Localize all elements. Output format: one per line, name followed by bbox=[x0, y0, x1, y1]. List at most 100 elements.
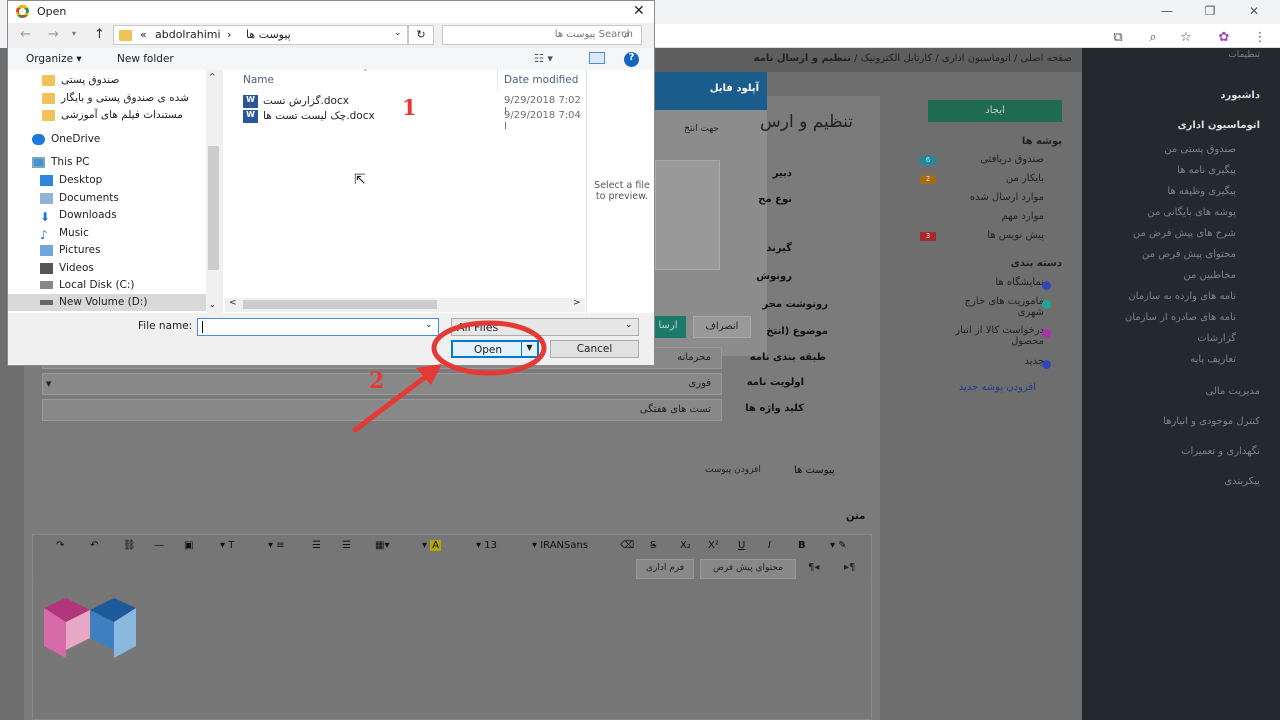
sidebar-item-default-desc[interactable]: شرح های پیش فرض من bbox=[1133, 228, 1236, 239]
text-color-icon[interactable]: ▾ T bbox=[220, 540, 234, 551]
nav-item-onedrive[interactable]: OneDrive bbox=[32, 131, 222, 148]
nav-item-documents[interactable]: Documents bbox=[40, 190, 230, 207]
nav-item-downloads[interactable]: ⬇ Downloads bbox=[40, 207, 230, 224]
recent-chevron-icon[interactable]: ▾ bbox=[72, 29, 76, 38]
address-segment[interactable]: abdolrahimi bbox=[155, 28, 221, 41]
nav-item-disk-d[interactable]: New Volume (D:) bbox=[8, 294, 206, 311]
eraser-icon[interactable]: ⌫ bbox=[620, 540, 634, 551]
minimize-icon[interactable]: — bbox=[1160, 4, 1174, 18]
font-size-select[interactable]: ▾ 13 bbox=[476, 540, 497, 551]
nav-item[interactable]: صندوق پستی bbox=[42, 72, 232, 89]
subscript-icon[interactable]: X₂ bbox=[680, 540, 691, 551]
sidebar-item-letters[interactable]: پیگیری نامه ها bbox=[1177, 165, 1236, 176]
drop-zone[interactable] bbox=[655, 160, 720, 270]
sidebar-item-reports[interactable]: گزارشات bbox=[1197, 333, 1236, 344]
create-button[interactable]: ایجاد bbox=[928, 100, 1062, 122]
sidebar-item-automation[interactable]: اتوماسیون اداری bbox=[1177, 120, 1260, 131]
chevron-down-icon[interactable]: ⌄ bbox=[425, 320, 433, 330]
nav-item-thispc[interactable]: This PC bbox=[32, 154, 222, 171]
strikethrough-icon[interactable]: S̶ bbox=[650, 540, 656, 551]
sidebar-item-mailbox[interactable]: صندوق پستی من bbox=[1164, 144, 1236, 155]
sidebar-item-incoming[interactable]: نامه های وارده به سازمان bbox=[1128, 291, 1236, 302]
chevron-down-icon[interactable]: ⌄ bbox=[394, 28, 402, 38]
default-content-button[interactable]: محتوای پیش فرض bbox=[700, 559, 796, 579]
rtl-icon[interactable]: ¶◂ bbox=[808, 562, 819, 573]
nav-item[interactable]: شده ی صندوق پستی و بایگار bbox=[42, 90, 232, 107]
sidebar-item-dashboard[interactable]: داشبورد bbox=[1220, 90, 1260, 101]
italic-icon[interactable]: I bbox=[768, 540, 771, 551]
sidebar-item-settings[interactable]: تنظیمات bbox=[1228, 50, 1260, 60]
column-name[interactable]: Name bbox=[243, 74, 274, 86]
align-icon[interactable]: ▾ ≡ bbox=[268, 540, 285, 551]
nav-item-videos[interactable]: Videos bbox=[40, 260, 230, 277]
upload-cancel-button[interactable]: انصراف bbox=[693, 316, 751, 338]
bookmark-star-icon[interactable]: ☆ bbox=[1178, 30, 1194, 46]
office-form-button[interactable]: فرم اداری bbox=[636, 559, 694, 579]
bullet-list-icon[interactable]: ☰ bbox=[342, 540, 351, 551]
folder-archive[interactable]: بایکار من bbox=[1006, 173, 1044, 184]
sidebar-item-base[interactable]: تعاریف پایه bbox=[1190, 354, 1236, 365]
folder-inbox[interactable]: صندوق دریافتی bbox=[980, 154, 1044, 165]
h-scrollbar-thumb[interactable] bbox=[243, 300, 437, 309]
breadcrumb-item[interactable]: اتوماسیون اداری bbox=[942, 53, 1011, 64]
close-window-icon[interactable]: ✕ bbox=[1247, 4, 1261, 18]
chevron-down-icon[interactable]: ⌄ bbox=[625, 320, 633, 330]
nav-item-desktop[interactable]: Desktop bbox=[40, 172, 230, 189]
menu-icon[interactable]: ⋮ bbox=[1252, 30, 1268, 46]
restore-icon[interactable]: ❐ bbox=[1203, 4, 1217, 18]
table-icon[interactable]: ▦▾ bbox=[375, 540, 389, 551]
category-item[interactable]: درخواست کالا از انبار محصول bbox=[944, 325, 1044, 347]
forward-icon[interactable]: → bbox=[48, 27, 59, 42]
new-folder-button[interactable]: New folder bbox=[117, 53, 174, 65]
superscript-icon[interactable]: X² bbox=[708, 540, 719, 551]
address-bar[interactable]: « abdolrahimi › پیوست ها ⌄ bbox=[113, 25, 408, 45]
sidebar-item-default-content[interactable]: محتوای پیش فرض من bbox=[1142, 249, 1236, 260]
file-name-input[interactable] bbox=[197, 318, 439, 336]
sidebar-item-tasks[interactable]: پیگیری وظیفه ها bbox=[1167, 186, 1236, 197]
sidebar-item-maintenance[interactable]: نگهداری و تعمیرات bbox=[1181, 446, 1260, 457]
nav-scrollbar-thumb[interactable] bbox=[208, 146, 219, 270]
category-item[interactable]: جدید bbox=[1025, 356, 1044, 367]
scroll-right-icon[interactable]: > bbox=[573, 298, 581, 308]
ltr-icon[interactable]: ▸¶ bbox=[844, 562, 855, 573]
extension-icon[interactable]: ✿ bbox=[1216, 30, 1232, 46]
nav-item-pictures[interactable]: Pictures bbox=[40, 242, 230, 259]
translate-icon[interactable]: ⧉ bbox=[1110, 30, 1126, 46]
undo-icon[interactable]: ↶ bbox=[90, 540, 98, 551]
up-icon[interactable]: ↑ bbox=[94, 27, 105, 42]
nav-item-music[interactable]: ♪ Music bbox=[40, 225, 230, 242]
ordered-list-icon[interactable]: ☰ bbox=[312, 540, 321, 551]
breadcrumb-item[interactable]: کارتابل الکترونیک bbox=[861, 53, 932, 64]
preview-pane-icon[interactable] bbox=[589, 52, 605, 64]
back-icon[interactable]: ← bbox=[20, 27, 31, 42]
close-icon[interactable]: ✕ bbox=[633, 3, 645, 19]
scroll-left-icon[interactable]: < bbox=[229, 298, 237, 308]
folder-drafts[interactable]: پیش نویس ها bbox=[987, 230, 1044, 241]
add-attachment-link[interactable]: افزودن پیوست bbox=[705, 465, 761, 475]
sidebar-item-config[interactable]: پیکربندی bbox=[1224, 476, 1260, 487]
image-icon[interactable]: ▣ bbox=[184, 540, 193, 551]
underline-icon[interactable]: U bbox=[738, 540, 745, 551]
sidebar-item-outgoing[interactable]: نامه های صادره از سازمان bbox=[1125, 312, 1236, 323]
nav-item-disk-c[interactable]: Local Disk (C:) bbox=[40, 277, 230, 294]
nav-item[interactable]: مستندات فیلم های آموزشی bbox=[42, 107, 232, 124]
magic-icon[interactable]: ▾ ✎ bbox=[830, 540, 847, 551]
scroll-up-icon[interactable]: ^ bbox=[209, 72, 216, 81]
breadcrumb-item[interactable]: صفحه اصلی bbox=[1021, 53, 1072, 64]
upload-send-button[interactable]: ارسا bbox=[650, 316, 686, 338]
sidebar-item-archive[interactable]: پوشه های بایگانی من bbox=[1147, 207, 1236, 218]
highlight-icon[interactable]: ▾ A bbox=[422, 540, 442, 551]
open-dropdown-icon[interactable]: ▼ bbox=[521, 342, 537, 356]
search-input[interactable]: Search پیوست ها bbox=[442, 25, 642, 45]
column-date[interactable]: Date modified bbox=[504, 74, 578, 86]
folder-important[interactable]: موارد مهم bbox=[1002, 211, 1044, 222]
bold-icon[interactable]: B bbox=[798, 540, 806, 551]
sidebar-item-inventory[interactable]: کنترل موجودی و انبارها bbox=[1163, 416, 1260, 427]
redo-icon[interactable]: ↷ bbox=[56, 540, 64, 551]
file-type-select[interactable]: All Files bbox=[451, 318, 639, 336]
category-item[interactable]: نمایشگاه ها bbox=[995, 277, 1044, 288]
view-options-icon[interactable]: ☷ ▾ bbox=[534, 52, 553, 65]
zoom-icon[interactable]: ⌕ bbox=[1145, 30, 1161, 46]
add-folder-link[interactable]: افزودن پوشه جدید bbox=[959, 382, 1036, 393]
keywords-input[interactable]: تست های هفتگی bbox=[42, 399, 722, 421]
